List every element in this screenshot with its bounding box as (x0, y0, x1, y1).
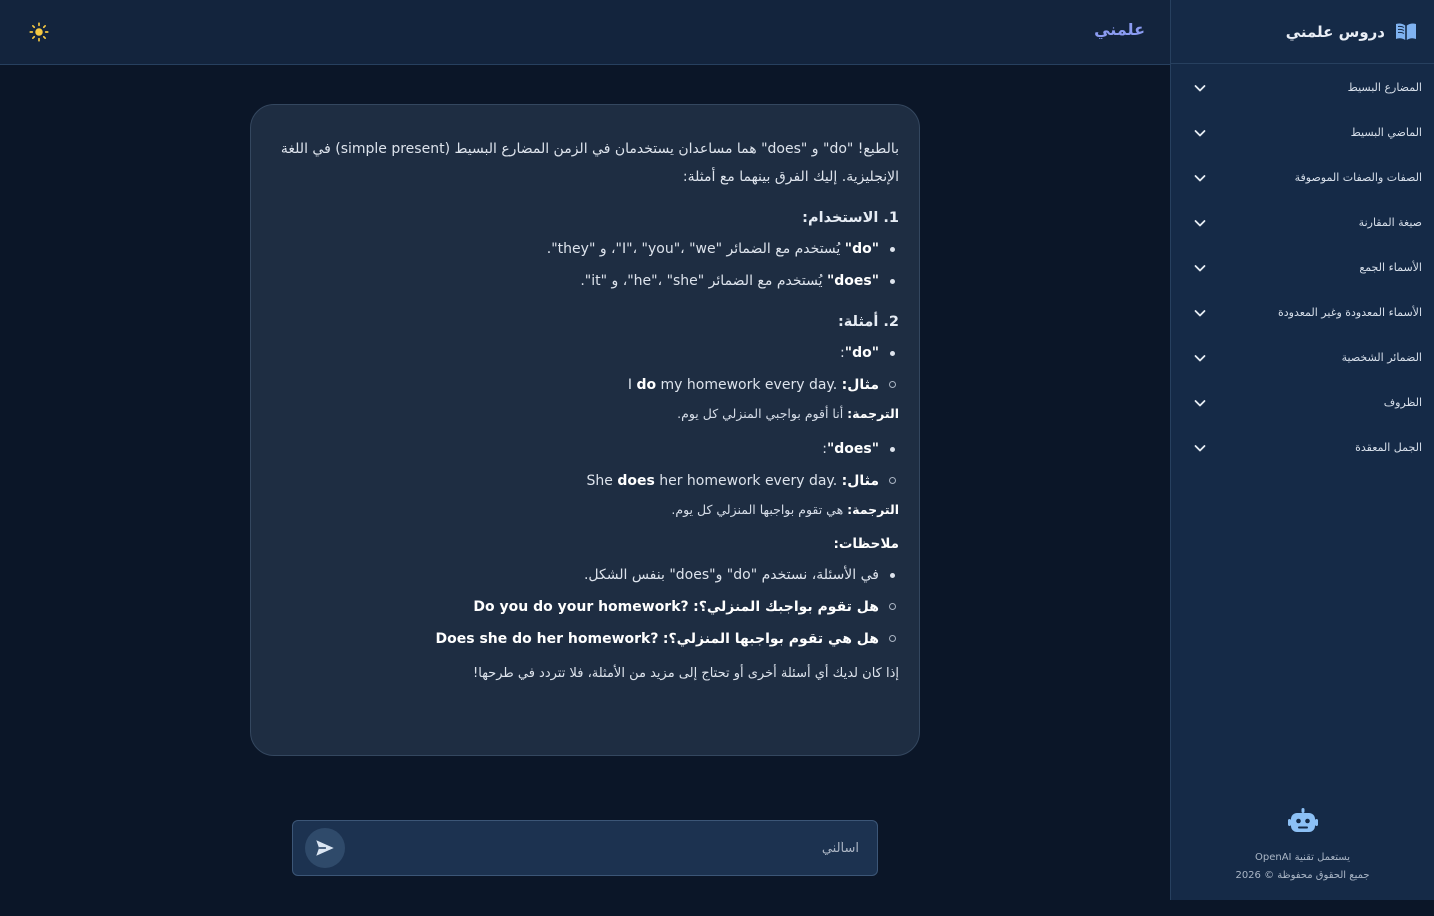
app-root: علمني دروس علمني المضارع البسيط الماضي ا… (0, 0, 1434, 916)
open-book-icon (1396, 23, 1416, 40)
send-button[interactable] (305, 828, 345, 868)
section-examples-title: 2. أمثلة: (837, 314, 899, 330)
chevron-down-icon (1194, 129, 1206, 136)
notes-title: ملاحظات: (833, 536, 899, 552)
assistant-message: بالطبع! "do" و "does" هما مساعدان يستخدم… (250, 104, 920, 756)
chevron-down-icon (1194, 219, 1206, 226)
chevron-down-icon (1194, 309, 1206, 316)
sidebar-item-adjectives[interactable]: الصفات والصفات الموصوفة (1171, 155, 1434, 200)
sidebar-item-plural-nouns[interactable]: الأسماء الجمع (1171, 245, 1434, 290)
usage-text: يُستخدم مع الضمائر "I"، "you"، "we"، و "… (546, 241, 845, 257)
term-do: "do" (844, 345, 879, 361)
sidebar-title: دروس علمني (1285, 22, 1385, 41)
sidebar-item-label: الأسماء المعدودة وغير المعدودة (1277, 306, 1422, 319)
example-post: my homework every day. (656, 377, 838, 393)
list-item: "do": (271, 337, 899, 369)
chat-input-bar (292, 820, 878, 876)
example-post: her homework every day. (654, 473, 838, 489)
question-ar: هل هي تقوم بواجبها المنزلي؟: (662, 631, 879, 647)
translation-line: الترجمة: هي تقوم بواجبها المنزلي كل يوم. (271, 497, 899, 523)
message-closing: إذا كان لديك أي أسئلة أخرى أو تحتاج إلى … (473, 666, 899, 681)
chevron-down-icon (1194, 174, 1206, 181)
sidebar-item-label: الجمل المعقدة (1355, 441, 1422, 454)
sidebar-item-label: الضمائر الشخصية (1341, 351, 1422, 364)
example-line: مثال: She does her homework every day. (271, 465, 899, 497)
example-label: مثال: (841, 473, 879, 489)
sidebar: دروس علمني المضارع البسيط الماضي البسيط … (1170, 0, 1434, 900)
list-item: في الأسئلة، نستخدم "do" و"does" بنفس الش… (271, 559, 899, 591)
example-sentence: I do my homework every day. (628, 377, 837, 393)
example-bold: does (617, 473, 655, 489)
term-do: "do" (844, 241, 879, 257)
translation-label: الترجمة: (847, 406, 899, 421)
chat-input[interactable] (345, 828, 865, 868)
term-does: "does" (826, 441, 879, 457)
list-item: "does": (271, 433, 899, 465)
chevron-down-icon (1194, 399, 1206, 406)
sidebar-item-label: صيغة المقارنة (1358, 216, 1422, 229)
question-line: هل تقوم بواجبك المنزلي؟: Do you do your … (271, 591, 899, 623)
sidebar-header[interactable]: دروس علمني (1171, 0, 1434, 64)
example-bold: do (636, 377, 657, 393)
chevron-down-icon (1194, 444, 1206, 451)
chevron-down-icon (1194, 354, 1206, 361)
list-item: "does" يُستخدم مع الضمائر "he"، "she"، و… (271, 265, 899, 297)
powered-by-text: يستعمل تقنية OpenAI (1255, 852, 1350, 863)
question-ar: هل تقوم بواجبك المنزلي؟: (693, 599, 879, 615)
sidebar-item-simple-present[interactable]: المضارع البسيط (1171, 65, 1434, 110)
sun-icon (29, 22, 49, 42)
list-item: "do" يُستخدم مع الضمائر "I"، "you"، "we"… (271, 233, 899, 265)
topbar-brand[interactable]: علمني (1094, 20, 1145, 39)
lesson-nav: المضارع البسيط الماضي البسيط الصفات والص… (1171, 64, 1434, 470)
section-usage-title: 1. الاستخدام: (802, 210, 899, 226)
theme-toggle-button[interactable] (28, 21, 50, 43)
copyright-text: جميع الحقوق محفوظة © 2026 (1235, 870, 1370, 881)
sidebar-item-label: الظروف (1383, 396, 1422, 409)
sidebar-item-simple-past[interactable]: الماضي البسيط (1171, 110, 1434, 155)
sidebar-item-label: الأسماء الجمع (1359, 261, 1422, 274)
question-en: Does she do her homework? (435, 631, 659, 647)
example-sentence: She does her homework every day. (586, 473, 837, 489)
sidebar-item-comparatives[interactable]: صيغة المقارنة (1171, 200, 1434, 245)
sidebar-item-personal-pronouns[interactable]: الضمائر الشخصية (1171, 335, 1434, 380)
example-label: مثال: (841, 377, 879, 393)
question-en: Do you do your homework? (473, 599, 689, 615)
question-line: هل هي تقوم بواجبها المنزلي؟: Does she do… (271, 623, 899, 655)
send-icon (316, 840, 334, 856)
sidebar-footer: يستعمل تقنية OpenAI جميع الحقوق محفوظة ©… (1171, 807, 1434, 884)
sidebar-item-countable-nouns[interactable]: الأسماء المعدودة وغير المعدودة (1171, 290, 1434, 335)
example-pre: She (586, 473, 618, 489)
translation-label: الترجمة: (847, 502, 899, 517)
term-does: "does" (826, 273, 879, 289)
translation-text: هي تقوم بواجبها المنزلي كل يوم. (671, 502, 848, 517)
sidebar-item-label: المضارع البسيط (1347, 81, 1422, 94)
sidebar-item-label: الصفات والصفات الموصوفة (1294, 171, 1422, 184)
translation-text: أنا أقوم بواجبي المنزلي كل يوم. (677, 406, 848, 421)
chevron-down-icon (1194, 264, 1206, 271)
message-intro: بالطبع! "do" و "does" هما مساعدان يستخدم… (280, 141, 899, 185)
chevron-down-icon (1194, 84, 1206, 91)
robot-icon (1287, 808, 1318, 832)
usage-text: يُستخدم مع الضمائر "he"، "she"، و "it". (580, 273, 827, 289)
example-line: مثال: I do my homework every day. (271, 369, 899, 401)
sidebar-item-adverbs[interactable]: الظروف (1171, 380, 1434, 425)
sidebar-item-complex-sentences[interactable]: الجمل المعقدة (1171, 425, 1434, 470)
top-bar: علمني (0, 0, 1170, 65)
sidebar-item-label: الماضي البسيط (1350, 126, 1422, 139)
translation-line: الترجمة: أنا أقوم بواجبي المنزلي كل يوم. (271, 401, 899, 427)
